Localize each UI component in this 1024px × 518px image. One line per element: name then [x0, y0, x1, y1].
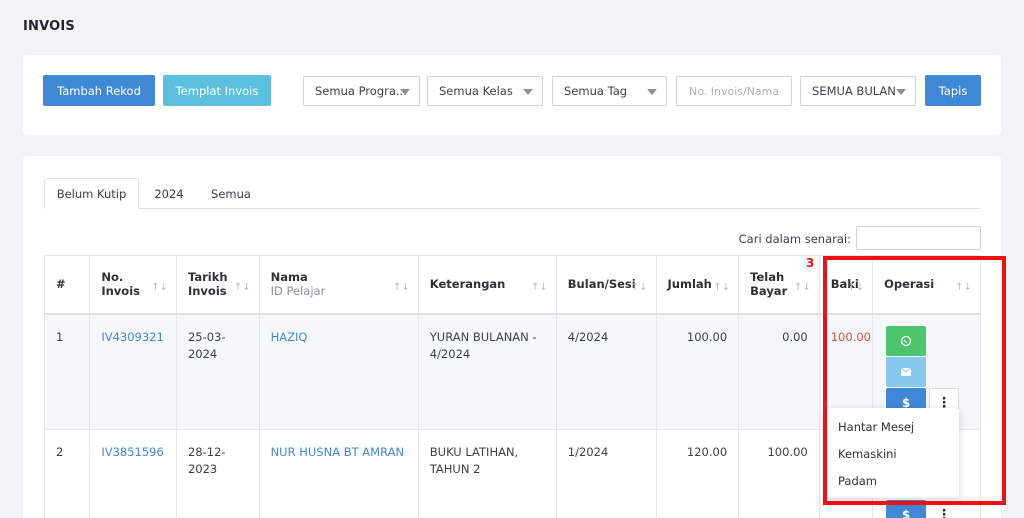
highlight-label: 3 — [806, 256, 815, 270]
tag-select-value: Semua Tag — [564, 84, 628, 98]
sort-icon: ↑↓ — [393, 282, 410, 294]
invoice-template-button[interactable]: Templat Invois — [163, 75, 271, 106]
cell-invoice-no[interactable]: IV3851596 — [89, 429, 177, 518]
col-header-amount[interactable]: Jumlah ↑↓ — [655, 255, 740, 315]
sort-icon: ↑↓ — [151, 282, 168, 294]
filters-card: Tambah Rekod Templat Invois Semua Progra… — [23, 55, 1001, 135]
page-title: INVOIS — [23, 19, 76, 34]
highlight-box — [823, 256, 1006, 505]
filter-button[interactable]: Tapis — [925, 75, 981, 106]
cell-index: 1 — [43, 313, 91, 430]
sort-icon: ↑↓ — [531, 282, 548, 294]
cell-date: 28-12- 2023 — [175, 429, 260, 518]
tab-2024[interactable]: 2024 — [144, 178, 194, 209]
cell-month: 4/2024 — [555, 313, 657, 430]
program-select-value: Semua Progra... — [315, 84, 407, 98]
invoice-search-input[interactable]: No. Invois/Nama — [676, 76, 792, 106]
sort-icon: ↑↓ — [233, 282, 251, 294]
col-header-index[interactable]: # — [43, 255, 91, 315]
cell-date: 25-03- 2024 — [175, 313, 260, 430]
chevron-down-icon — [400, 89, 410, 95]
add-record-button[interactable]: Tambah Rekod — [43, 75, 155, 106]
dollar-icon: $ — [901, 508, 911, 518]
month-select[interactable]: SEMUA BULAN — [800, 76, 916, 106]
month-select-value: SEMUA BULAN — [812, 84, 896, 98]
chevron-down-icon — [896, 89, 906, 95]
tag-select[interactable]: Semua Tag — [552, 76, 667, 106]
program-select[interactable]: Semua Progra... — [303, 76, 420, 106]
col-header-description[interactable]: Keterangan ↑↓ — [417, 255, 557, 315]
sort-icon: ↑↓ — [713, 282, 731, 294]
cell-paid: 100.00 — [738, 429, 820, 518]
cell-month: 1/2024 — [555, 429, 657, 518]
cell-name[interactable]: NUR HUSNA BT AMRAN — [258, 429, 419, 518]
sort-icon: ↑↓ — [793, 282, 811, 294]
chevron-down-icon — [523, 89, 533, 95]
col-header-name[interactable]: Nama ID Pelajar ↑↓ — [258, 255, 419, 315]
cell-index: 2 — [43, 429, 91, 518]
col-header-date[interactable]: Tarikh Invois ↑↓ — [175, 255, 260, 315]
class-select-value: Semua Kelas — [439, 84, 513, 98]
cell-description: BUKU LATIHAN, TAHUN 2 — [417, 429, 557, 518]
cell-name[interactable]: HAZIQ — [258, 313, 419, 430]
class-select[interactable]: Semua Kelas — [427, 76, 543, 106]
tab-bar: Belum Kutip 2024 Semua — [44, 178, 980, 209]
cell-amount: 120.00 — [655, 429, 740, 518]
cell-description: YURAN BULANAN -4/2024 — [417, 313, 557, 430]
col-header-month[interactable]: Bulan/Sesi ↑↓ — [555, 255, 657, 315]
cell-amount: 100.00 — [655, 313, 740, 430]
list-search-input[interactable] — [856, 226, 981, 250]
tab-semua[interactable]: Semua — [202, 178, 260, 209]
list-search-label: Cari dalam senarai: — [738, 232, 851, 246]
tab-belum-kutip[interactable]: Belum Kutip — [44, 178, 139, 209]
sort-icon: ↑↓ — [630, 282, 648, 294]
cell-invoice-no[interactable]: IV4309321 — [89, 313, 177, 430]
col-header-invoice-no[interactable]: No. Invois ↑↓ — [89, 255, 177, 315]
cell-paid: 0.00 — [738, 313, 820, 430]
kebab-icon: ⋮ — [937, 507, 951, 518]
chevron-down-icon — [647, 89, 657, 95]
